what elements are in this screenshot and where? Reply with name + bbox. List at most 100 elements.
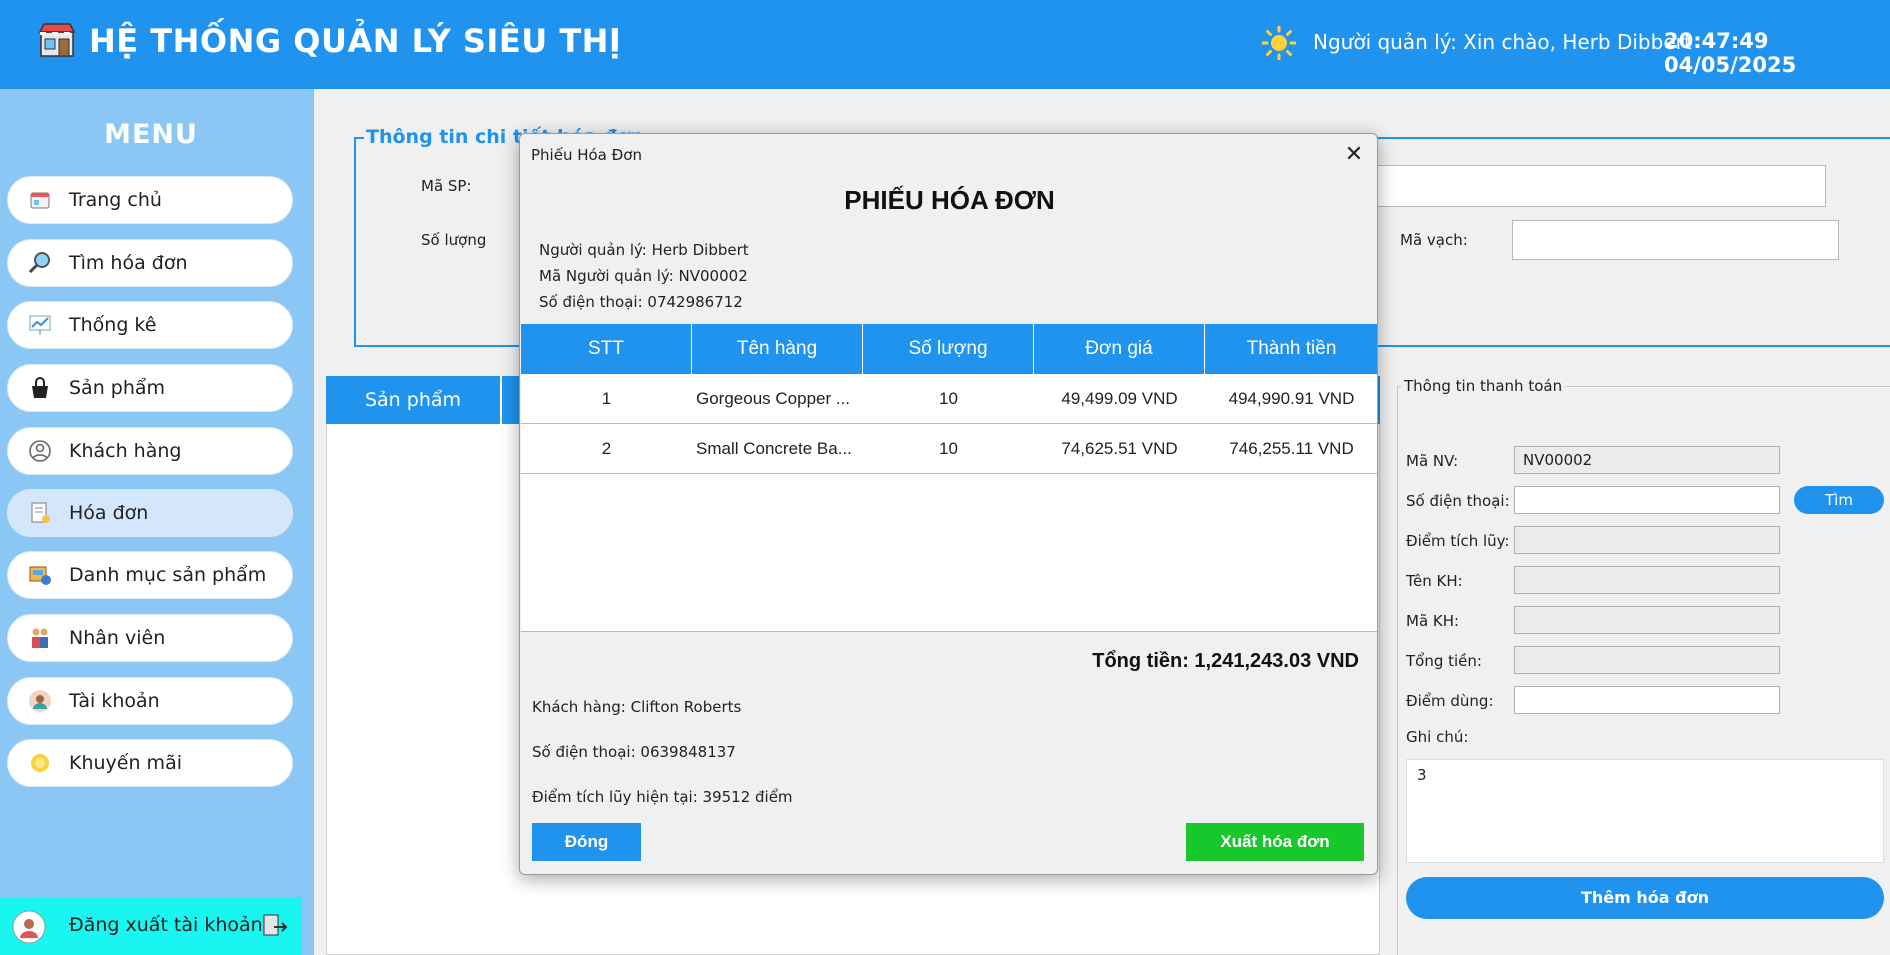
employee-id-label: Mã NV: — [1406, 452, 1459, 470]
customer-points: Điểm tích lũy hiện tại: 39512 điểm — [532, 788, 793, 806]
product-code-label: Mã SP: — [421, 177, 472, 195]
search-customer-button[interactable]: Tìm — [1794, 486, 1884, 514]
sidebar-item-label: Khách hàng — [69, 440, 182, 462]
sidebar-item-label: Tìm hóa đơn — [69, 252, 188, 274]
sidebar-item-label: Tài khoản — [69, 690, 160, 712]
cell-unit-price: 74,625.51 VND — [1061, 439, 1178, 458]
close-button[interactable]: Đóng — [532, 823, 641, 861]
cell-name: Gorgeous Copper ... — [696, 389, 851, 408]
logout-icon — [263, 914, 288, 936]
customer-name-field[interactable] — [1514, 566, 1780, 594]
app-header: HỆ THỐNG QUẢN LÝ SIÊU THỊ Người quản lý:… — [0, 0, 1890, 89]
sidebar-item-statistics[interactable]: Thống kê — [7, 301, 293, 349]
cell-stt: 2 — [601, 439, 612, 458]
sidebar-item-invoice[interactable]: Hóa đơn — [7, 489, 293, 537]
sun-icon — [1262, 26, 1296, 60]
sidebar-item-label: Thống kê — [69, 314, 157, 336]
points-field[interactable] — [1514, 526, 1780, 554]
cell-quantity: 10 — [939, 439, 958, 458]
manager-phone: Số điện thoại: 0742986712 — [539, 293, 743, 311]
dialog-heading: PHIẾU HÓA ĐƠN — [844, 185, 1055, 215]
invoice-icon — [31, 502, 50, 523]
sidebar-item-promotion[interactable]: Khuyến mãi — [7, 739, 293, 787]
invoice-dialog: Phiếu Hóa Đơn ✕ PHIẾU HÓA ĐƠN Người quản… — [519, 133, 1378, 875]
sidebar-item-label: Khuyến mãi — [69, 752, 182, 774]
manager-id: Mã Người quản lý: NV00002 — [539, 267, 748, 285]
export-invoice-button[interactable]: Xuất hóa đơn — [1186, 823, 1364, 861]
sidebar-item-category[interactable]: Danh mục sản phẩm — [7, 551, 293, 599]
clock-time: 20:47:49 — [1664, 29, 1769, 53]
sidebar-item-label: Hóa đơn — [69, 502, 149, 524]
points-label: Điểm tích lũy: — [1406, 532, 1510, 550]
app-title: HỆ THỐNG QUẢN LÝ SIÊU THỊ — [89, 22, 622, 60]
phone-field[interactable] — [1514, 486, 1780, 514]
customer-phone: Số điện thoại: 0639848137 — [532, 743, 736, 761]
quantity-label: Số lượng — [421, 231, 487, 249]
close-icon[interactable]: ✕ — [1338, 140, 1370, 170]
total-field[interactable] — [1514, 646, 1780, 674]
column-header[interactable]: STT — [521, 324, 692, 374]
use-points-label: Điểm dùng: — [1406, 692, 1494, 710]
search-invoice-icon — [28, 252, 50, 274]
sidebar-item-home[interactable]: Trang chủ — [7, 176, 293, 224]
customer-name-label: Tên KH: — [1406, 572, 1463, 590]
employee-icon — [32, 628, 48, 648]
statistics-icon — [29, 315, 51, 335]
total-label: Tổng tiền: — [1406, 652, 1482, 670]
customer-name: Khách hàng: Clifton Roberts — [532, 698, 742, 716]
cell-unit-price: 49,499.09 VND — [1061, 389, 1178, 408]
account-icon — [29, 690, 51, 712]
sidebar-item-customer[interactable]: Khách hàng — [7, 427, 293, 475]
cell-amount: 494,990.91 VND — [1228, 389, 1355, 408]
product-code-input[interactable] — [1376, 165, 1826, 207]
payment-group-title: Thông tin thanh toán — [1401, 377, 1566, 395]
sidebar-item-employee[interactable]: Nhân viên — [7, 614, 293, 662]
user-avatar-icon — [12, 910, 46, 944]
menu-title: MENU — [104, 119, 198, 150]
sidebar-item-label: Danh mục sản phẩm — [69, 564, 267, 586]
home-icon — [30, 192, 50, 209]
customer-icon — [29, 440, 51, 462]
barcode-label: Mã vạch: — [1400, 231, 1468, 249]
customer-id-label: Mã KH: — [1406, 612, 1460, 630]
cell-amount: 746,255.11 VND — [1229, 439, 1354, 458]
use-points-field[interactable] — [1514, 686, 1780, 714]
category-icon — [29, 566, 51, 585]
customer-id-field[interactable] — [1514, 606, 1780, 634]
sidebar-item-label: Nhân viên — [69, 627, 166, 649]
tab-products[interactable]: Sản phẩm — [326, 376, 501, 424]
product-icon — [32, 377, 48, 398]
logout-button[interactable]: Đăng xuất tài khoản — [0, 897, 302, 955]
logout-label: Đăng xuất tài khoản — [69, 914, 263, 936]
sidebar-item-search-invoice[interactable]: Tìm hóa đơn — [7, 239, 293, 287]
note-textarea[interactable]: 3 — [1406, 759, 1884, 863]
sidebar-item-label: Sản phẩm — [69, 377, 166, 399]
cell-quantity: 10 — [939, 389, 958, 408]
cell-stt: 1 — [601, 389, 612, 408]
invoice-total: Tổng tiền: 1,241,243.03 VND — [1092, 650, 1359, 672]
sidebar-item-product[interactable]: Sản phẩm — [7, 364, 293, 412]
column-header[interactable]: Số lượng — [863, 324, 1034, 374]
manager-name: Người quản lý: Herb Dibbert — [539, 241, 749, 259]
store-icon — [38, 23, 76, 57]
greeting-text: Người quản lý: Xin chào, Herb Dibbert — [1313, 30, 1692, 54]
invoice-table: STT Tên hàng Số lượng Đơn giá Thành tiền… — [521, 324, 1377, 632]
employee-id-field[interactable]: NV00002 — [1514, 446, 1780, 474]
cell-name: Small Concrete Ba... — [696, 439, 852, 458]
table-row[interactable]: 2 Small Concrete Ba... 10 74,625.51 VND … — [521, 424, 1377, 474]
column-header[interactable]: Thành tiền — [1205, 324, 1377, 374]
clock-date: 04/05/2025 — [1664, 53, 1797, 77]
sidebar: MENU Trang chủ Tìm hóa đơn Thống kê Sản … — [0, 89, 314, 955]
sidebar-item-label: Trang chủ — [69, 189, 162, 211]
promotion-icon — [31, 754, 49, 772]
barcode-input[interactable] — [1512, 220, 1839, 260]
add-invoice-button[interactable]: Thêm hóa đơn — [1406, 877, 1884, 919]
column-header[interactable]: Đơn giá — [1034, 324, 1205, 374]
sidebar-item-account[interactable]: Tài khoản — [7, 677, 293, 725]
phone-label: Số điện thoại: — [1406, 492, 1510, 510]
clock: 20:47:49 04/05/2025 — [1664, 29, 1890, 77]
note-label: Ghi chú: — [1406, 728, 1469, 746]
dialog-window-title: Phiếu Hóa Đơn — [531, 146, 642, 164]
table-row[interactable]: 1 Gorgeous Copper ... 10 49,499.09 VND 4… — [521, 374, 1377, 424]
column-header[interactable]: Tên hàng — [692, 324, 863, 374]
